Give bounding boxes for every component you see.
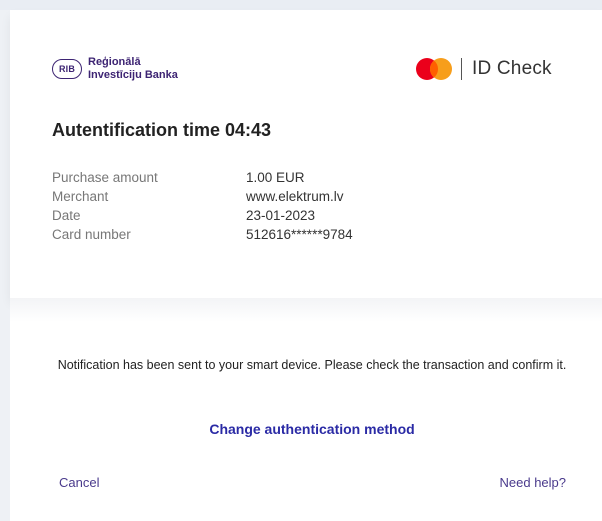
transaction-details: Purchase amount 1.00 EUR Merchant www.el… — [52, 170, 452, 246]
detail-row-card-number: Card number 512616******9784 — [52, 227, 452, 246]
detail-label: Purchase amount — [52, 170, 158, 185]
mastercard-icon — [416, 58, 452, 80]
bank-logo: RIB Reģionālā Investīciju Banka — [52, 53, 178, 85]
detail-row-purchase-amount: Purchase amount 1.00 EUR — [52, 170, 452, 189]
bank-name: Reģionālā Investīciju Banka — [88, 56, 178, 82]
section-divider — [10, 298, 602, 322]
detail-value: www.elektrum.lv — [246, 189, 344, 204]
detail-row-date: Date 23-01-2023 — [52, 208, 452, 227]
bank-badge-icon: RIB — [52, 59, 82, 79]
detail-row-merchant: Merchant www.elektrum.lv — [52, 189, 452, 208]
page-title: Autentification time 04:43 — [52, 120, 272, 140]
detail-label: Merchant — [52, 189, 109, 204]
auth-page: RIB Reģionālā Investīciju Banka ID Check… — [0, 0, 602, 521]
change-authentication-method-link[interactable]: Change authentication method — [52, 421, 572, 437]
detail-value: 1.00 EUR — [246, 170, 305, 185]
notification-message: Notification has been sent to your smart… — [57, 358, 567, 372]
id-check-logo: ID Check — [415, 56, 552, 82]
detail-value: 23-01-2023 — [246, 208, 316, 223]
bank-name-line1: Reģionālā — [88, 56, 141, 68]
top-strip — [0, 0, 602, 10]
detail-value: 512616******9784 — [246, 227, 353, 242]
bank-name-line2: Investīciju Banka — [88, 69, 178, 81]
cancel-link[interactable]: Cancel — [59, 475, 99, 490]
id-check-divider — [461, 58, 462, 80]
need-help-link[interactable]: Need help? — [500, 475, 567, 490]
detail-label: Date — [52, 208, 81, 223]
detail-label: Card number — [52, 227, 131, 242]
id-check-label: ID Check — [472, 58, 552, 79]
left-border — [0, 10, 10, 521]
